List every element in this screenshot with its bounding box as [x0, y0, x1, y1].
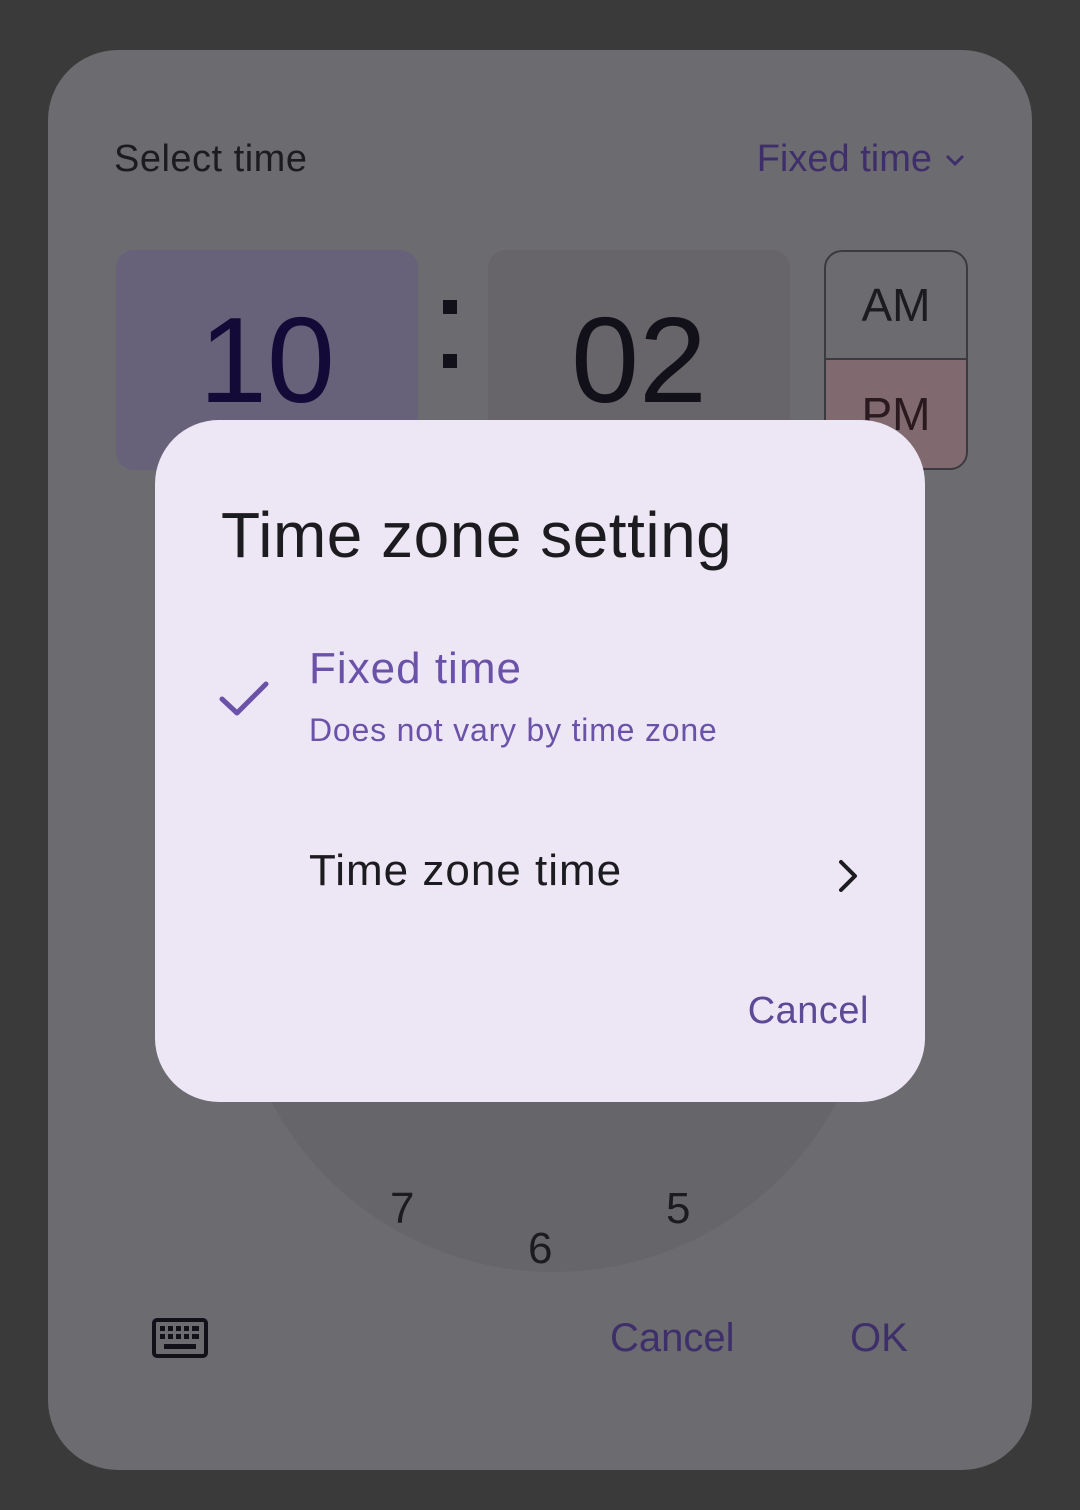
option-time-zone-time[interactable]: Time zone time	[155, 830, 925, 920]
time-mode-dropdown[interactable]: Fixed time	[757, 138, 966, 181]
hour-value: 10	[199, 292, 335, 428]
picker-cancel-button[interactable]: Cancel	[610, 1316, 735, 1361]
option-time-zone-time-label: Time zone time	[309, 846, 623, 895]
check-icon	[219, 681, 269, 716]
time-zone-dialog: Time zone setting Fixed time Does not va…	[155, 420, 925, 1102]
option-fixed-time-description: Does not vary by time zone	[309, 712, 718, 748]
chevron-down-icon	[945, 154, 965, 166]
dialog-cancel-button[interactable]: Cancel	[748, 990, 869, 1033]
keyboard-icon[interactable]	[152, 1318, 208, 1358]
dialog-title: Time zone setting	[221, 499, 733, 571]
picker-ok-button[interactable]: OK	[850, 1316, 908, 1361]
clock-number-6[interactable]: 6	[528, 1224, 552, 1274]
am-button[interactable]: AM	[826, 252, 966, 360]
clock-number-5[interactable]: 5	[666, 1184, 690, 1234]
chevron-right-icon	[839, 860, 857, 892]
option-fixed-time-label: Fixed time	[309, 644, 522, 693]
time-mode-label: Fixed time	[756, 138, 932, 180]
picker-title: Select time	[114, 138, 308, 180]
time-separator	[440, 300, 462, 380]
minute-value: 02	[571, 292, 707, 428]
clock-number-7[interactable]: 7	[390, 1184, 414, 1234]
option-fixed-time[interactable]: Fixed time Does not vary by time zone	[155, 630, 925, 770]
